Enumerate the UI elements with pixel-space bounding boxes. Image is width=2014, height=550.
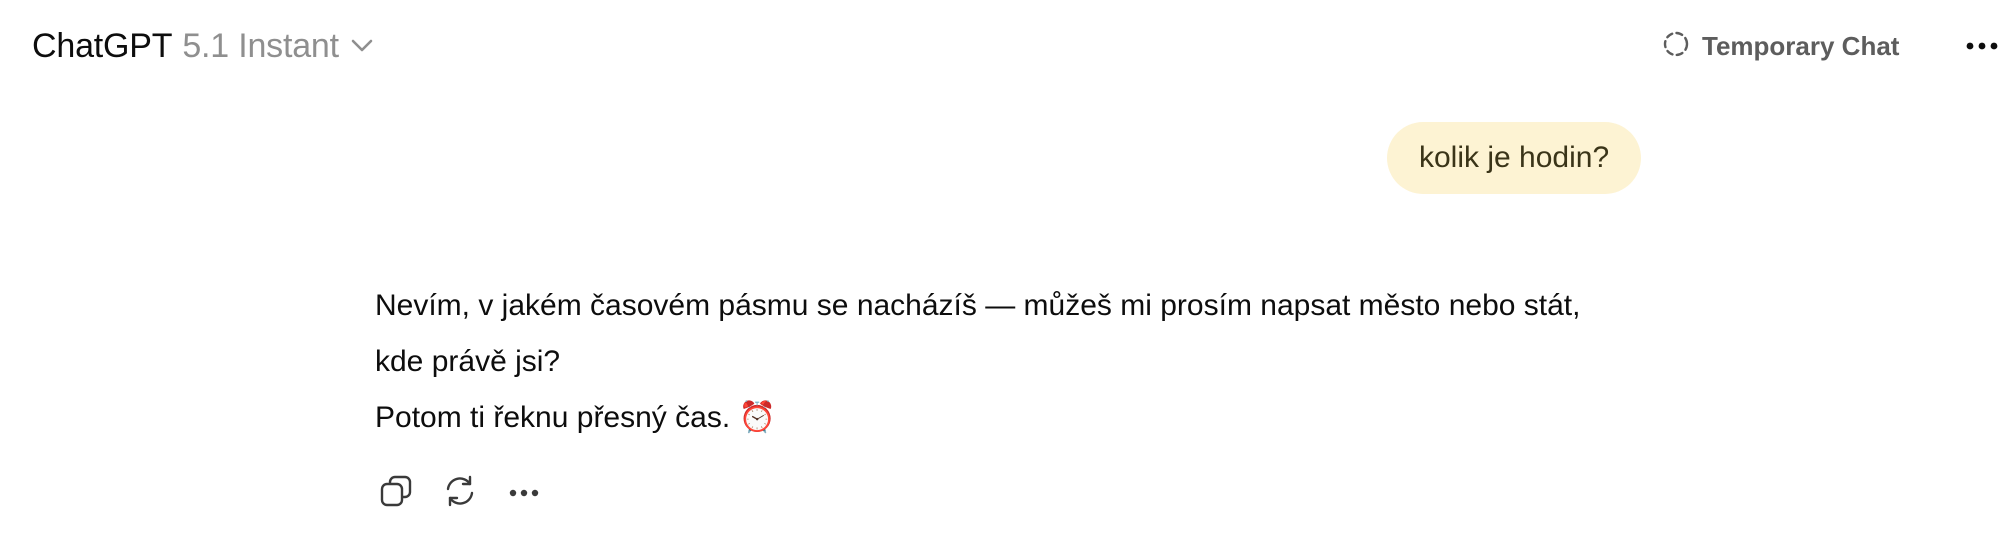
assistant-message: Nevím, v jakém časovém pásmu se nacházíš… [375,278,1675,446]
model-switcher-button[interactable]: ChatGPT 5.1 Instant [32,22,373,70]
app-name: ChatGPT [32,26,173,65]
copy-icon [379,474,413,513]
assistant-paragraph: Nevím, v jakém časovém pásmu se nacházíš… [375,289,1589,378]
regenerate-button[interactable] [437,470,483,516]
user-message-bubble: kolik je hodin? [1387,122,1642,194]
temporary-chat-label: Temporary Chat [1702,30,1900,61]
chevron-down-icon [351,39,373,53]
temporary-chat-button[interactable]: Temporary Chat [1662,26,1899,66]
dashed-circle-icon [1662,30,1690,63]
assistant-paragraph: Potom ti řeknu přesný čas. ⏰ [375,401,776,434]
ellipsis-horizontal-icon [1966,37,1998,55]
refresh-icon [443,474,477,513]
message-action-bar [373,470,565,516]
conversation-options-button[interactable] [1960,28,2004,64]
model-name: 5.1 Instant [182,26,339,65]
more-actions-button[interactable] [501,470,547,516]
ellipsis-horizontal-icon [509,484,539,502]
user-message-text: kolik je hodin? [1419,141,1610,174]
chat-header: ChatGPT 5.1 Instant Temporary Chat [0,0,2014,92]
copy-button[interactable] [373,470,419,516]
